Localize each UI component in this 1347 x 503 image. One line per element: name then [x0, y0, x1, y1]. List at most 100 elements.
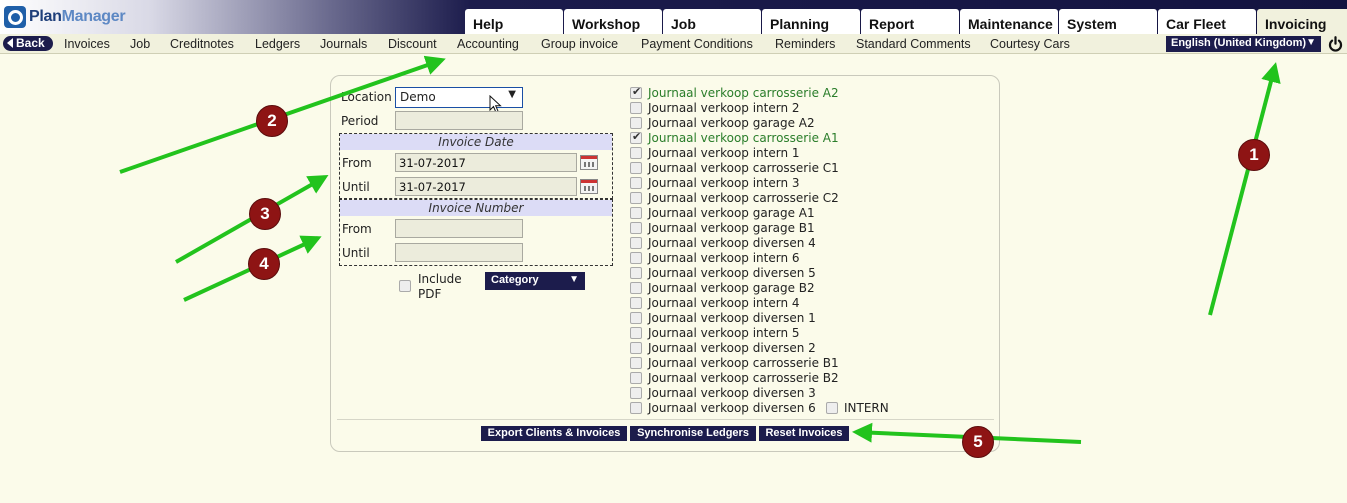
journal-option[interactable]: Journaal verkoop diversen 1 [630, 311, 816, 325]
calendar-icon[interactable] [580, 155, 598, 170]
menu-item-discount[interactable]: Discount [388, 37, 437, 51]
journal-checkbox[interactable] [630, 177, 642, 189]
language-select[interactable]: English (United Kingdom) ▼ [1166, 36, 1321, 52]
journal-checkbox[interactable] [630, 162, 642, 174]
menu-item-accounting[interactable]: Accounting [457, 37, 519, 51]
menu-item-creditnotes[interactable]: Creditnotes [170, 37, 234, 51]
journal-option[interactable]: Journaal verkoop diversen 6 [630, 401, 816, 415]
menu-item-payment-conditions[interactable]: Payment Conditions [641, 37, 753, 51]
journal-checkbox[interactable] [630, 342, 642, 354]
tab-job[interactable]: Job [663, 9, 761, 35]
journal-label: Journaal verkoop carrosserie C1 [648, 161, 839, 175]
menu-item-ledgers[interactable]: Ledgers [255, 37, 300, 51]
chevron-down-icon: ▼ [508, 89, 516, 100]
journal-option[interactable]: Journaal verkoop intern 4 [630, 296, 800, 310]
power-icon[interactable] [1327, 36, 1344, 53]
journal-option[interactable]: Journaal verkoop intern 1 [630, 146, 800, 160]
journal-option[interactable]: Journaal verkoop diversen 4 [630, 236, 816, 250]
journal-option[interactable]: Journaal verkoop carrosserie A2 [630, 85, 839, 100]
journal-checkbox[interactable] [630, 402, 642, 414]
journal-checkbox[interactable] [630, 130, 642, 144]
journal-option[interactable]: Journaal verkoop carrosserie A1 [630, 130, 839, 145]
annotation-badge-3: 3 [249, 198, 281, 230]
invoice-number-from-label: From [342, 222, 372, 236]
journal-label: Journaal verkoop diversen 5 [648, 266, 816, 280]
invoice-number-from-field[interactable] [395, 219, 523, 238]
category-select[interactable]: Category ▼ [485, 272, 585, 290]
journal-option[interactable]: Journaal verkoop garage A2 [630, 116, 815, 130]
planmanager-logo[interactable]: PlanManager [4, 5, 126, 29]
top-bar: PlanManager Help Workshop Job Planning R… [0, 0, 1347, 35]
tab-planning[interactable]: Planning [762, 9, 860, 35]
tab-invoicing[interactable]: Invoicing [1257, 9, 1347, 35]
tab-report[interactable]: Report [861, 9, 959, 35]
menu-item-courtesy-cars[interactable]: Courtesy Cars [990, 37, 1070, 51]
journal-option[interactable]: Journaal verkoop carrosserie C1 [630, 161, 839, 175]
journal-option[interactable]: Journaal verkoop garage B2 [630, 281, 815, 295]
journal-option[interactable]: Journaal verkoop carrosserie B2 [630, 371, 839, 385]
journal-checkbox[interactable] [630, 252, 642, 264]
journal-checkbox[interactable] [630, 372, 642, 384]
tab-help[interactable]: Help [465, 9, 563, 35]
back-button[interactable]: Back [3, 36, 53, 51]
menu-item-standard-comments[interactable]: Standard Comments [856, 37, 971, 51]
journal-option[interactable]: Journaal verkoop garage A1 [630, 206, 815, 220]
reset-invoices-button[interactable]: Reset Invoices [759, 426, 849, 441]
tab-car-fleet[interactable]: Car Fleet [1158, 9, 1256, 35]
journal-checkbox[interactable] [630, 312, 642, 324]
journal-label: Journaal verkoop carrosserie A2 [648, 86, 839, 100]
journal-checkbox[interactable] [630, 357, 642, 369]
journal-option[interactable]: Journaal verkoop intern 5 [630, 326, 800, 340]
journal-option[interactable]: Journaal verkoop intern 3 [630, 176, 800, 190]
menu-item-job[interactable]: Job [130, 37, 150, 51]
intern-option[interactable]: INTERN [826, 401, 889, 415]
journal-checkbox[interactable] [630, 267, 642, 279]
menu-item-group-invoice[interactable]: Group invoice [541, 37, 618, 51]
journal-label: Journaal verkoop intern 6 [648, 251, 800, 265]
chevron-down-icon: ▼ [1306, 37, 1316, 48]
location-select[interactable]: Demo ▼ [395, 87, 523, 108]
journal-checkbox[interactable] [630, 207, 642, 219]
invoice-date-until-field[interactable]: 31-07-2017 [395, 177, 577, 196]
include-pdf-checkbox[interactable] [399, 280, 411, 292]
journal-checkbox[interactable] [630, 147, 642, 159]
calendar-icon[interactable] [580, 179, 598, 194]
journal-option[interactable]: Journaal verkoop carrosserie C2 [630, 191, 839, 205]
journal-checkbox[interactable] [630, 237, 642, 249]
journal-label: Journaal verkoop intern 3 [648, 176, 800, 190]
journal-option[interactable]: Journaal verkoop diversen 5 [630, 266, 816, 280]
journal-option[interactable]: Journaal verkoop intern 2 [630, 101, 800, 115]
journal-checkbox[interactable] [630, 85, 642, 99]
journal-label: Journaal verkoop carrosserie B1 [648, 356, 839, 370]
journal-checkbox[interactable] [630, 192, 642, 204]
tab-workshop[interactable]: Workshop [564, 9, 662, 35]
journal-option[interactable]: Journaal verkoop carrosserie B1 [630, 356, 839, 370]
journal-checkbox[interactable] [630, 282, 642, 294]
journal-label: Journaal verkoop diversen 4 [648, 236, 816, 250]
journal-checkbox[interactable] [630, 102, 642, 114]
journal-label: Journaal verkoop diversen 1 [648, 311, 816, 325]
export-clients-invoices-button[interactable]: Export Clients & Invoices [481, 426, 627, 441]
menu-item-invoices[interactable]: Invoices [64, 37, 110, 51]
journal-checkbox[interactable] [630, 327, 642, 339]
period-field[interactable] [395, 111, 523, 130]
menu-item-journals[interactable]: Journals [320, 37, 367, 51]
journal-label: Journaal verkoop garage B2 [648, 281, 815, 295]
journal-option[interactable]: Journaal verkoop diversen 3 [630, 386, 816, 400]
synchronise-ledgers-button[interactable]: Synchronise Ledgers [630, 426, 756, 441]
tab-maintenance[interactable]: Maintenance [960, 9, 1058, 35]
intern-checkbox[interactable] [826, 402, 838, 414]
invoice-date-until-label: Until [342, 180, 370, 194]
tab-system[interactable]: System [1059, 9, 1157, 35]
annotation-arrow-1 [1208, 62, 1281, 316]
journal-option[interactable]: Journaal verkoop diversen 2 [630, 341, 816, 355]
journal-checkbox[interactable] [630, 387, 642, 399]
journal-option[interactable]: Journaal verkoop garage B1 [630, 221, 815, 235]
journal-option[interactable]: Journaal verkoop intern 6 [630, 251, 800, 265]
journal-checkbox[interactable] [630, 222, 642, 234]
journal-checkbox[interactable] [630, 117, 642, 129]
journal-checkbox[interactable] [630, 297, 642, 309]
invoice-date-from-field[interactable]: 31-07-2017 [395, 153, 577, 172]
invoice-number-until-field[interactable] [395, 243, 523, 262]
menu-item-reminders[interactable]: Reminders [775, 37, 835, 51]
